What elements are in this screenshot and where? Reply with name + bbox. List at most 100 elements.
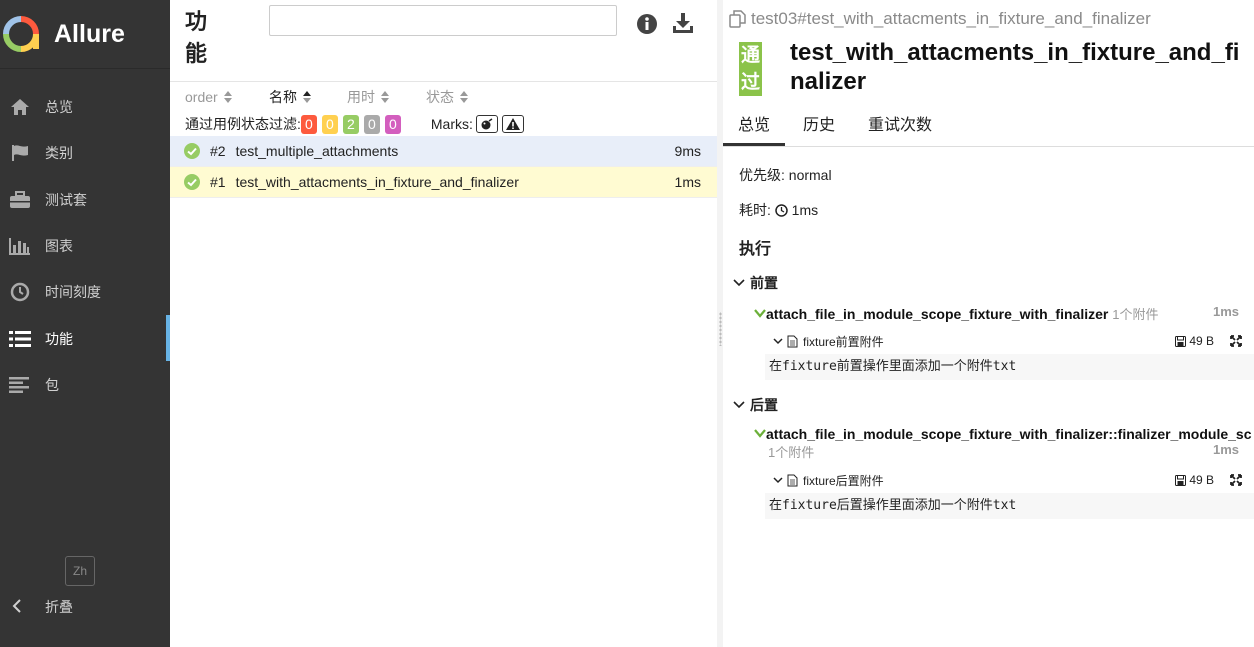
attachment-content: 在fixture后置操作里面添加一个附件txt	[765, 493, 1254, 519]
attachment-size: 49 B	[1175, 334, 1214, 348]
sort-duration[interactable]: 用时	[347, 87, 426, 107]
sidebar-item-behaviors[interactable]: 功能	[0, 315, 170, 362]
step-header: attach_file_in_module_scope_fixture_with…	[754, 426, 1254, 442]
sidebar-nav: 总览 类别 测试套 图表 时间刻度 功能 包	[0, 84, 170, 408]
sidebar-item-label: 总览	[45, 99, 73, 116]
briefcase-icon	[8, 190, 32, 210]
search-input[interactable]	[269, 5, 617, 36]
expand-icon[interactable]	[1230, 335, 1242, 347]
warning-icon	[505, 118, 520, 130]
chevron-left-icon	[12, 598, 32, 616]
sort-duration-label: 用时	[347, 89, 375, 105]
flaky-mark-button[interactable]	[475, 115, 498, 133]
info-icon[interactable]	[636, 13, 658, 35]
tab-retries[interactable]: 重试次数	[853, 108, 947, 146]
attachment-name: fixture前置附件	[803, 334, 884, 349]
sort-name[interactable]: 名称	[269, 87, 347, 107]
sort-icon	[303, 91, 311, 103]
step-duration: 1ms	[1212, 304, 1239, 319]
sort-order[interactable]: order	[185, 87, 269, 107]
unknown-count-badge[interactable]: 0	[384, 114, 401, 134]
download-icon[interactable]	[671, 11, 695, 35]
chevron-down-icon	[754, 429, 766, 438]
chevron-down-icon	[733, 401, 745, 409]
clock-icon	[775, 203, 788, 217]
sort-order-label: order	[185, 89, 218, 105]
tree-header: 功能	[170, 0, 717, 82]
sidebar-item-timeline[interactable]: 时间刻度	[0, 269, 170, 315]
allure-logo	[3, 16, 39, 52]
duration-value: 1ms	[791, 202, 819, 218]
status-filter: 通过用例状态过滤: 0 0 2 0 0 Marks:	[185, 114, 528, 134]
setup-group-toggle[interactable]: 前置	[733, 273, 778, 293]
execution-title: 执行	[739, 241, 772, 258]
home-icon	[8, 97, 32, 117]
row-duration: 9ms	[674, 143, 701, 159]
sidebar-item-label: 图表	[45, 238, 73, 255]
splitter-grip[interactable]	[719, 312, 722, 346]
tab-history[interactable]: 历史	[788, 108, 850, 146]
save-icon	[1175, 335, 1187, 347]
sort-bar: order 名称 用时 状态	[185, 87, 468, 107]
sidebar-item-overview[interactable]: 总览	[0, 84, 170, 130]
skipped-count-badge[interactable]: 0	[363, 114, 380, 134]
save-icon	[1175, 474, 1187, 486]
sort-name-label: 名称	[269, 89, 297, 105]
page-title: 功能	[185, 9, 208, 66]
table-row[interactable]: #1 test_with_attacments_in_fixture_and_f…	[170, 167, 717, 198]
duration-row: 耗时: 1ms	[739, 200, 818, 220]
copy-icon	[729, 10, 746, 28]
severity-value: normal	[788, 167, 832, 183]
attachment-size: 49 B	[1175, 473, 1214, 487]
breadcrumb[interactable]: test03#test_with_attacments_in_fixture_a…	[729, 9, 1151, 29]
teardown-step[interactable]: attach_file_in_module_scope_fixture_with…	[754, 426, 1254, 460]
failed-count-badge[interactable]: 0	[300, 114, 317, 134]
passed-status-icon	[184, 143, 200, 159]
row-duration: 1ms	[674, 174, 701, 190]
attachment-content: 在fixture前置操作里面添加一个附件txt	[765, 354, 1254, 380]
brand[interactable]: Allure	[0, 0, 170, 69]
test-detail-pane: test03#test_with_attacments_in_fixture_a…	[723, 0, 1254, 647]
sidebar-item-categories[interactable]: 类别	[0, 130, 170, 176]
broken-count-badge[interactable]: 0	[321, 114, 338, 134]
sort-icon	[460, 91, 468, 103]
passed-count-badge[interactable]: 2	[342, 114, 359, 134]
sidebar-item-suites[interactable]: 测试套	[0, 177, 170, 223]
step-name: attach_file_in_module_scope_fixture_with…	[766, 306, 1109, 322]
sidebar-item-packages[interactable]: 包	[0, 362, 170, 408]
tab-overview[interactable]: 总览	[723, 108, 786, 146]
language-switch[interactable]: Zh	[65, 556, 95, 586]
attachment-size-value: 49 B	[1189, 473, 1214, 487]
setup-step[interactable]: attach_file_in_module_scope_fixture_with…	[754, 304, 1254, 323]
table-row[interactable]: #2 test_multiple_attachments 9ms	[170, 136, 717, 167]
teardown-attachment-row[interactable]: fixture后置附件 49 B	[773, 469, 1254, 491]
row-name: test_with_attacments_in_fixture_and_fina…	[235, 174, 519, 190]
test-list: #2 test_multiple_attachments 9ms #1 test…	[170, 136, 717, 198]
collapse-button[interactable]: 折叠	[12, 597, 73, 617]
align-left-icon	[8, 375, 32, 395]
teardown-group-toggle[interactable]: 后置	[733, 395, 778, 415]
chevron-down-icon	[773, 337, 783, 344]
attachment-name: fixture后置附件	[803, 473, 884, 488]
sort-status[interactable]: 状态	[426, 87, 468, 107]
marks-label: Marks:	[430, 116, 473, 132]
attachment-size-value: 49 B	[1189, 334, 1214, 348]
status-badge: 通过	[739, 42, 762, 96]
sort-icon	[223, 91, 232, 103]
expand-icon[interactable]	[1230, 474, 1242, 486]
sort-status-label: 状态	[426, 89, 454, 105]
setup-attachment-row[interactable]: fixture前置附件 49 B	[773, 330, 1254, 352]
row-name: test_multiple_attachments	[235, 143, 399, 159]
step-duration: 1ms	[1212, 442, 1239, 457]
breadcrumb-text: test03#test_with_attacments_in_fixture_a…	[751, 9, 1151, 28]
list-icon	[8, 329, 32, 349]
file-icon	[787, 474, 798, 486]
collapse-label: 折叠	[45, 599, 73, 615]
new-failed-mark-button[interactable]	[501, 115, 524, 133]
tree-pane: 功能 order 名称 用时 状态 通过用例状态过滤: 0 0 2 0 0 Ma…	[170, 0, 717, 647]
app-name: Allure	[54, 19, 125, 48]
sidebar-item-graphs[interactable]: 图表	[0, 223, 170, 269]
chevron-down-icon	[754, 309, 766, 318]
sidebar-item-label: 时间刻度	[45, 284, 101, 301]
sidebar-item-label: 包	[45, 376, 59, 393]
